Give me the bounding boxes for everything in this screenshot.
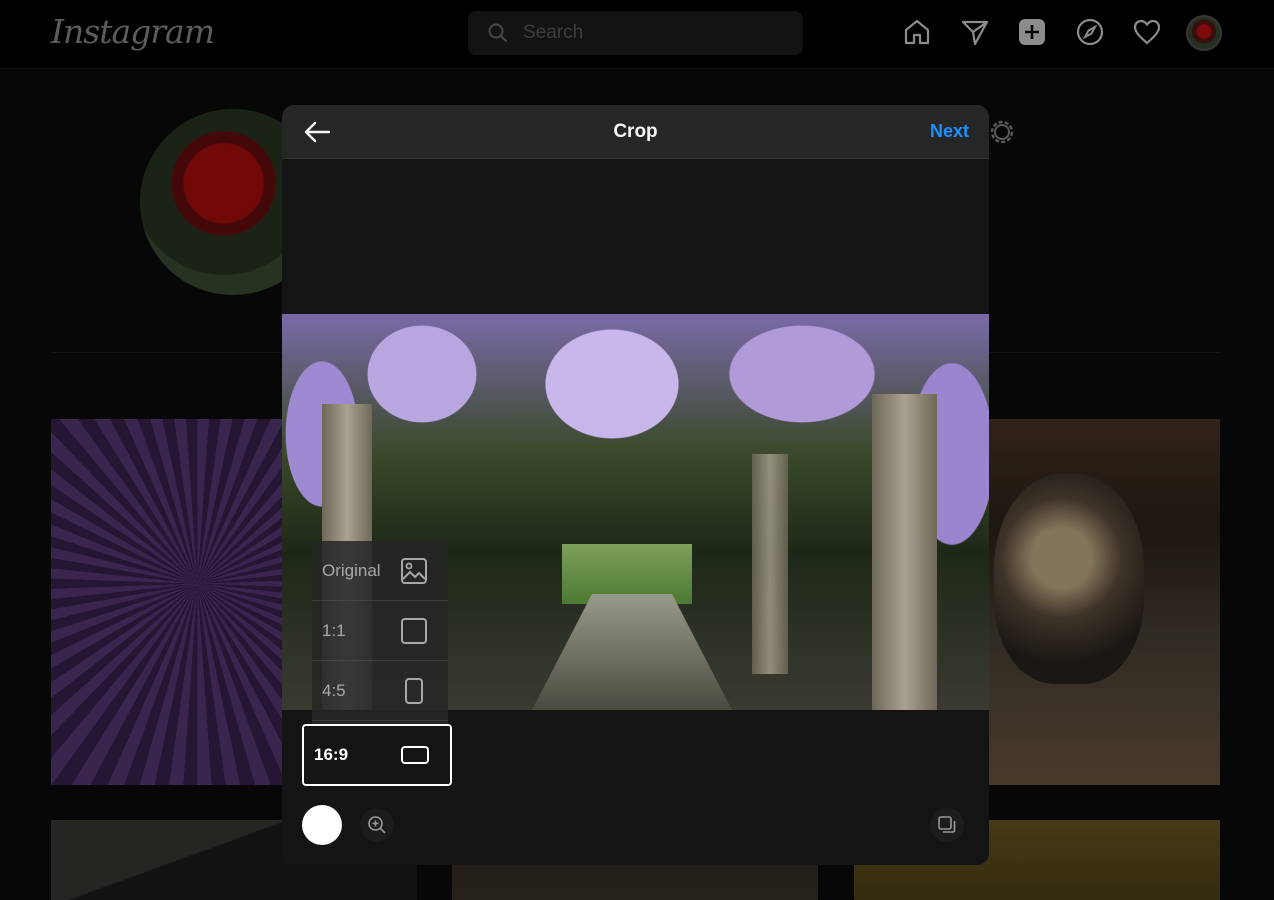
ratio-label: 4:5 bbox=[322, 680, 346, 700]
search-box[interactable] bbox=[468, 11, 803, 55]
search-icon bbox=[488, 23, 508, 43]
aspect-ratio-toggle-button[interactable] bbox=[302, 805, 342, 845]
explore-icon[interactable] bbox=[1073, 15, 1107, 49]
ratio-option-4-5[interactable]: 4:5 bbox=[312, 661, 448, 721]
portrait-icon bbox=[405, 677, 423, 704]
zoom-button[interactable] bbox=[360, 808, 394, 842]
dialog-title: Crop bbox=[613, 121, 658, 142]
stone-path bbox=[532, 594, 732, 710]
image-icon bbox=[401, 557, 427, 584]
top-navigation-bar: Instagram bbox=[0, 0, 1274, 69]
ratio-label: 16:9 bbox=[314, 745, 349, 764]
instagram-logo[interactable]: Instagram bbox=[51, 12, 215, 51]
ratio-label: 1:1 bbox=[322, 620, 346, 640]
ratio-option-original[interactable]: Original bbox=[312, 541, 448, 601]
multi-select-button[interactable] bbox=[930, 808, 964, 842]
dog-photo bbox=[994, 474, 1144, 684]
activity-heart-icon[interactable] bbox=[1130, 15, 1164, 49]
profile-avatar[interactable] bbox=[1186, 15, 1222, 51]
ratio-option-16-9[interactable]: 16:9 bbox=[302, 724, 452, 786]
square-icon bbox=[401, 617, 427, 644]
nav-icons bbox=[900, 15, 1230, 55]
crop-dialog: Crop Next Original 1:1 4:5 16:9 bbox=[282, 105, 989, 865]
zoom-in-icon bbox=[368, 816, 386, 834]
home-icon[interactable] bbox=[900, 15, 934, 49]
dialog-header: Crop Next bbox=[282, 105, 989, 159]
ratio-option-1-1[interactable]: 1:1 bbox=[312, 601, 448, 661]
search-input[interactable] bbox=[523, 19, 783, 47]
landscape-icon bbox=[401, 746, 429, 764]
pergola-pillar bbox=[752, 454, 788, 674]
next-button[interactable]: Next bbox=[930, 121, 969, 142]
direct-icon[interactable] bbox=[958, 15, 992, 49]
new-post-icon[interactable] bbox=[1015, 15, 1049, 49]
gallery-stack-icon bbox=[938, 816, 956, 833]
pergola-pillar bbox=[872, 394, 937, 710]
ratio-label: Original bbox=[322, 560, 381, 580]
settings-gear-icon[interactable] bbox=[988, 118, 1016, 146]
